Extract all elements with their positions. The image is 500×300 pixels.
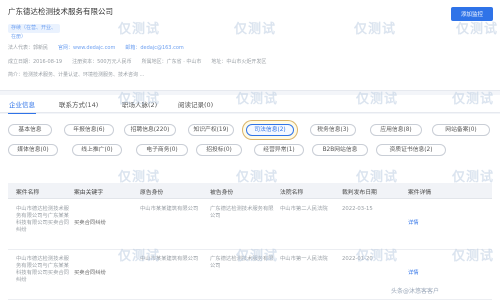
watermark-text: 仅测试 <box>456 22 499 37</box>
watermark-text: 仅测试 <box>118 170 161 185</box>
category-pill[interactable]: 知识产权(19) <box>188 124 234 136</box>
category-pill[interactable]: B2B网站信息 <box>312 144 368 156</box>
cell-name: 中山市德达检测技术服务有限公司与广东某某科技有限公司买卖合同纠纷 <box>16 206 69 233</box>
info-item: 地址：中山市火炬开发区 <box>211 59 267 65</box>
category-pill[interactable]: 年报信息(6) <box>64 124 114 136</box>
cell-detail[interactable]: 详情 <box>408 270 448 277</box>
cell-name: 中山市德达检测技术服务有限公司与广东某某科技有限公司买卖合同纠纷 <box>16 256 69 283</box>
column-header: 被告身份 <box>210 190 234 196</box>
info-row: 简介：检测技术服务、计量认证、环境检测服务、技术咨询 ... <box>8 71 154 78</box>
category-pill[interactable]: 应用信息(8) <box>370 124 422 136</box>
table-row: 中山市德达检测技术服务有限公司与广东某某科技有限公司买卖合同纠纷 买卖合同纠纷 中山… <box>8 200 492 250</box>
watermark-text: 仅测试 <box>118 22 161 37</box>
cell-court: 中山市第一人民法院 <box>280 256 328 262</box>
category-pill[interactable]: 招聘信息(220) <box>124 124 176 136</box>
info-item: 注册资本：500万元人民币 <box>72 59 132 65</box>
column-header: 案件名称 <box>16 190 40 196</box>
cell-court: 中山市第二人民法院 <box>280 206 328 212</box>
watermark-text: 仅测试 <box>356 92 399 107</box>
cell-plaintiff: 中山市某某建筑有限公司 <box>140 206 199 212</box>
cell-detail[interactable]: 详情 <box>408 220 448 227</box>
category-pill[interactable]: 经营异常(1) <box>254 144 304 156</box>
cell-reason: 买卖合同纠纷 <box>74 270 106 276</box>
info-row: 法人代表：郭新民 官网：www.dedajc.com 邮箱：dedajc@163.c… <box>8 44 194 51</box>
category-pill[interactable]: 媒体信息(0) <box>8 144 58 156</box>
company-header: 广东德达检测技术服务有限公司 添加监控 存续（在营、开业、在册） 法人代表：郭新… <box>0 0 500 91</box>
watermark-text: 仅测试 <box>118 249 161 264</box>
category-pill[interactable]: 税务信息(3) <box>310 124 356 136</box>
info-item: 简介：检测技术服务、计量认证、环境检测服务、技术咨询 ... <box>8 72 145 78</box>
info-row: 成立日期：2016-08-19 注册资本：500万元人民币 所属地区：广东省 · 中… <box>8 58 276 65</box>
watermark-text: 仅测试 <box>354 22 397 37</box>
info-item[interactable]: 官网：www.dedajc.com <box>58 45 115 51</box>
cell-reason: 买卖合同纠纷 <box>74 220 106 226</box>
tab-4[interactable]: 阅读记录(0) <box>178 99 213 109</box>
info-item[interactable]: 邮箱：dedajc@163.com <box>125 45 183 51</box>
watermark-text: 仅测试 <box>118 92 161 107</box>
watermark-text: 仅测试 <box>236 92 279 107</box>
company-name: 广东德达检测技术服务有限公司 <box>8 7 113 16</box>
watermark-text: 仅测试 <box>452 170 495 185</box>
category-pill[interactable]: 网站备案(0) <box>432 124 490 136</box>
cell-date: 2022-03-15 <box>342 206 373 212</box>
watermark-text: 仅测试 <box>234 22 277 37</box>
watermark-text: 仅测试 <box>356 170 399 185</box>
watermark-text: 仅测试 <box>452 92 495 107</box>
status-badge: 存续（在营、开业、在册） <box>8 24 60 40</box>
column-header: 原告身份 <box>140 190 164 196</box>
tab-2[interactable]: 联系方式(14) <box>59 99 98 109</box>
table-header: 案件名称 案由关键字 原告身份 被告身份 法院名称 裁判发布日期 案件详情 <box>8 183 492 199</box>
category-pill[interactable]: 招投标(0) <box>196 144 242 156</box>
category-pill[interactable]: 司法信息(2) <box>246 124 294 136</box>
column-header: 案由关键字 <box>74 190 103 196</box>
category-pill[interactable]: 线上推广(0) <box>72 144 122 156</box>
category-pill[interactable]: 基本信息 <box>8 124 52 136</box>
info-item: 法人代表：郭新民 <box>8 45 49 51</box>
watermark-text: 仅测试 <box>236 170 279 185</box>
column-header: 案件详情 <box>408 190 432 196</box>
column-header: 裁判发布日期 <box>342 190 377 196</box>
info-item: 所属地区：广东省 · 中山市 <box>141 59 202 65</box>
watermark-text: 仅测试 <box>236 249 279 264</box>
column-header: 法院名称 <box>280 190 304 196</box>
watermark-text: 仅测试 <box>356 249 399 264</box>
watermark-text: 仅测试 <box>452 249 495 264</box>
cell-defendant: 广东德达检测技术服务有限公司 <box>210 206 274 219</box>
info-item: 成立日期：2016-08-19 <box>8 59 63 65</box>
bottom-watermark: 头条@沐悠客客户 <box>391 288 440 295</box>
category-pill[interactable]: 电子商务(0) <box>136 144 188 156</box>
tab-1[interactable]: 企业信息 <box>8 99 36 115</box>
category-pill[interactable]: 资质证书信息(2) <box>376 144 446 156</box>
